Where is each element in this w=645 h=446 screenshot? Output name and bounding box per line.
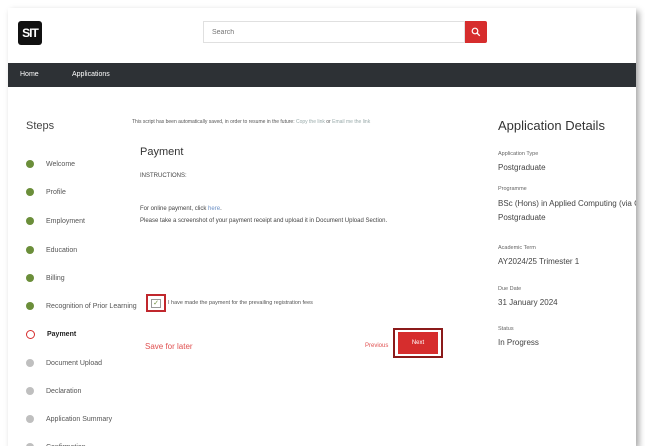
step-profile[interactable]: Profile: [26, 185, 66, 199]
next-button[interactable]: Next: [398, 332, 438, 354]
nav-bar: Home Applications: [8, 63, 636, 87]
detail-value: In Progress: [498, 338, 539, 347]
previous-link[interactable]: Previous: [365, 343, 388, 349]
step-label: Welcome: [46, 160, 76, 168]
page-title: Payment: [140, 146, 184, 158]
detail-value: BSc (Hons) in Applied Computing (via CS: [498, 199, 636, 208]
detail-label: Programme: [498, 186, 527, 192]
autosave-or: or: [326, 119, 331, 125]
step-label: Payment: [47, 330, 77, 338]
online-payment-prefix: For online payment, click: [140, 206, 207, 212]
online-payment-text: For online payment, click here.: [140, 206, 222, 212]
step-done-icon: [26, 217, 34, 225]
step-application-summary[interactable]: Application Summary: [26, 412, 112, 426]
checkmark-icon: ✓: [151, 298, 161, 308]
step-recognition-of-prior-learning[interactable]: Recognition of Prior Learning: [26, 299, 137, 313]
autosave-notice: This script has been automatically saved…: [132, 119, 370, 125]
step-label: Billing: [46, 274, 65, 282]
step-done-icon: [26, 188, 34, 196]
detail-label: Due Date: [498, 286, 522, 292]
sit-logo[interactable]: SIT: [18, 21, 42, 45]
details-title: Application Details: [498, 118, 605, 133]
copy-link[interactable]: Copy the link: [296, 119, 325, 125]
search-button[interactable]: [465, 21, 487, 43]
step-pending-icon: [26, 359, 34, 367]
step-done-icon: [26, 246, 34, 254]
step-label: Education: [46, 246, 78, 254]
email-link[interactable]: Email me the link: [332, 119, 370, 125]
page: SIT Home Applications Steps Welcome Profi…: [8, 8, 636, 446]
instructions-heading: INSTRUCTIONS:: [140, 173, 187, 179]
step-document-upload[interactable]: Document Upload: [26, 356, 102, 370]
step-pending-icon: [26, 415, 34, 423]
top-header: SIT: [8, 8, 636, 63]
step-education[interactable]: Education: [26, 243, 77, 257]
step-current-icon: [26, 329, 35, 339]
detail-value-line2: Postgraduate: [498, 213, 546, 222]
step-label: Declaration: [46, 387, 82, 395]
step-billing[interactable]: Billing: [26, 271, 65, 285]
step-done-icon: [26, 302, 34, 310]
detail-value: Postgraduate: [498, 163, 546, 172]
step-done-icon: [26, 160, 34, 168]
detail-value: 31 January 2024: [498, 298, 558, 307]
next-highlight: Next: [393, 328, 443, 358]
logo-text: SIT: [22, 26, 39, 40]
search-icon: [471, 27, 481, 37]
step-pending-icon: [26, 387, 34, 395]
step-welcome[interactable]: Welcome: [26, 157, 75, 171]
detail-label: Status: [498, 326, 514, 332]
checkbox-label: I have made the payment for the prevaili…: [168, 300, 313, 306]
step-done-icon: [26, 274, 34, 282]
step-confirmation[interactable]: Confirmation: [26, 440, 86, 446]
step-label: Profile: [46, 188, 66, 196]
step-employment[interactable]: Employment: [26, 214, 85, 228]
search-input[interactable]: [203, 21, 465, 43]
save-for-later-link[interactable]: Save for later: [145, 342, 193, 351]
detail-label: Application Type: [498, 151, 539, 157]
step-label: Recognition of Prior Learning: [46, 302, 137, 310]
steps-title: Steps: [26, 120, 55, 132]
online-payment-suffix: .: [220, 206, 222, 212]
detail-label: Academic Term: [498, 245, 536, 251]
nav-applications[interactable]: Applications: [72, 63, 110, 87]
step-label: Employment: [46, 217, 85, 225]
step-payment[interactable]: Payment: [26, 327, 76, 341]
detail-value: AY2024/25 Trimester 1: [498, 257, 580, 266]
payment-here-link[interactable]: here: [208, 206, 220, 212]
payment-checkbox[interactable]: ✓: [146, 294, 166, 312]
step-label: Document Upload: [46, 359, 103, 367]
nav-home[interactable]: Home: [20, 63, 39, 87]
autosave-text: This script has been automatically saved…: [132, 119, 295, 125]
step-declaration[interactable]: Declaration: [26, 384, 81, 398]
screenshot-note: Please take a screenshot of your payment…: [140, 218, 388, 224]
step-label: Application Summary: [46, 415, 113, 423]
